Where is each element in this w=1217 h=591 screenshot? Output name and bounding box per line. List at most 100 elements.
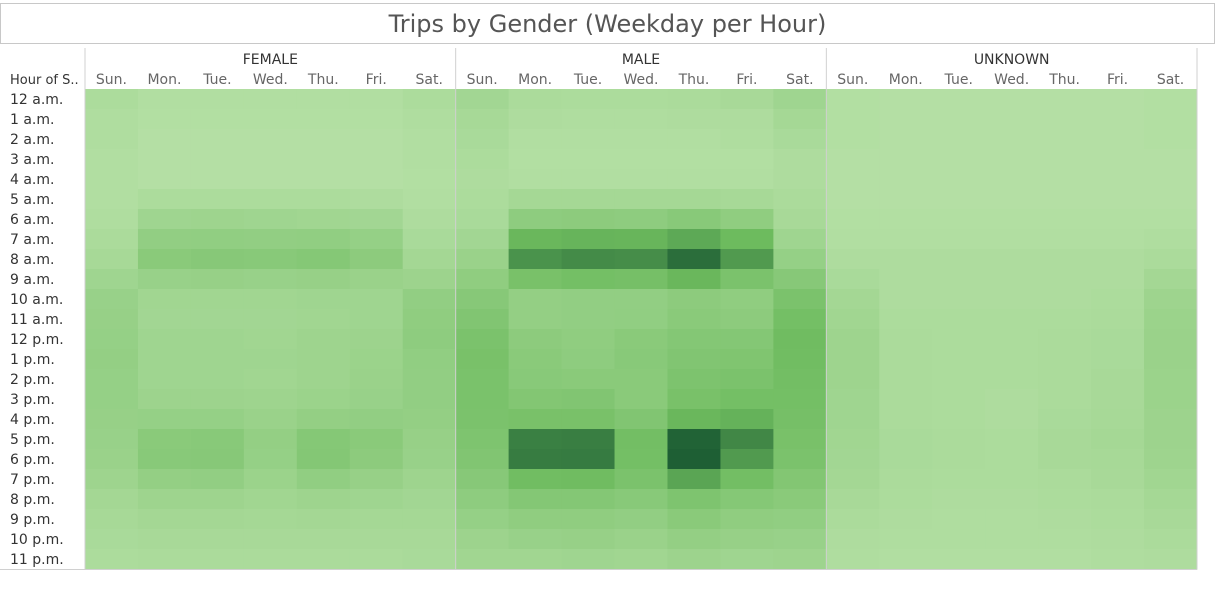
heatmap-cell [296, 169, 351, 190]
heatmap-cell [190, 409, 245, 430]
heatmap-cell [402, 229, 457, 250]
day-header: Sat. [786, 72, 813, 88]
heatmap-cell [349, 209, 404, 230]
heatmap-cell [137, 449, 192, 470]
heatmap-cell [667, 249, 721, 270]
heatmap-cell [85, 369, 139, 390]
heatmap-cell [455, 529, 510, 550]
heatmap-cell [349, 129, 404, 150]
heatmap-cell [1144, 129, 1198, 150]
heatmap-cell [402, 269, 457, 290]
day-header: Fri. [736, 72, 757, 88]
heatmap-cell [720, 289, 774, 310]
heatmap-cell [402, 129, 457, 150]
heatmap-cell [826, 269, 880, 290]
hour-label: 10 a.m. [10, 292, 63, 308]
heatmap-cell [85, 289, 139, 310]
heatmap-cell [720, 429, 774, 450]
heatmap-cell [508, 349, 563, 370]
heatmap-cell [1091, 509, 1145, 530]
heatmap-cell [1091, 429, 1145, 450]
heatmap-cell [561, 309, 616, 330]
heatmap-cell [455, 349, 510, 370]
heatmap-cell [985, 409, 1039, 430]
heatmap-cell [137, 329, 192, 350]
heatmap-cell [137, 189, 192, 210]
heatmap-cell [773, 489, 827, 510]
heatmap-cell [137, 289, 192, 310]
heatmap-cell [402, 469, 457, 490]
heatmap-cell [137, 89, 192, 110]
heatmap-cell [402, 389, 457, 410]
heatmap-cell [561, 89, 616, 110]
heatmap-cell [720, 309, 774, 330]
heatmap-cell [85, 269, 139, 290]
heatmap-cell [932, 309, 986, 330]
heatmap-cell [1038, 169, 1092, 190]
heatmap-cell [826, 89, 880, 110]
heatmap-cell [879, 289, 933, 310]
heatmap-cell [773, 429, 827, 450]
heatmap-cell [137, 269, 192, 290]
heatmap-cell [720, 389, 774, 410]
heatmap-cell [667, 309, 721, 330]
heatmap-cell [243, 289, 298, 310]
heatmap-cell [455, 549, 510, 570]
heatmap-cell [667, 429, 721, 450]
heatmap-cell [1144, 89, 1198, 110]
hour-label: 10 p.m. [10, 532, 64, 548]
heatmap-cell [349, 469, 404, 490]
heatmap-cell [879, 389, 933, 410]
heatmap-cell [720, 489, 774, 510]
heatmap-cell [1091, 349, 1145, 370]
heatmap-cell [349, 509, 404, 530]
heatmap-cell [190, 289, 245, 310]
heatmap-cell [137, 249, 192, 270]
heatmap-cell [826, 129, 880, 150]
day-header: Fri. [366, 72, 387, 88]
heatmap-cell [455, 229, 510, 250]
heatmap-cell [932, 549, 986, 570]
heatmap-cell [1144, 229, 1198, 250]
heatmap-cell [402, 329, 457, 350]
heatmap-cell [243, 429, 298, 450]
heatmap-cell [455, 489, 510, 510]
heatmap-cell [243, 549, 298, 570]
heatmap-cell [243, 509, 298, 530]
heatmap-cell [1038, 269, 1092, 290]
heatmap-cell [879, 269, 933, 290]
heatmap-cell [296, 269, 351, 290]
heatmap-cell [1038, 229, 1092, 250]
heatmap-cell [720, 469, 774, 490]
heatmap-cell [1144, 509, 1198, 530]
heatmap-cell [243, 409, 298, 430]
heatmap-cell [296, 469, 351, 490]
heatmap-cell [826, 489, 880, 510]
heatmap-cell [402, 529, 457, 550]
day-header: Thu. [1048, 72, 1080, 88]
heatmap-cell [190, 429, 245, 450]
heatmap-cell [826, 149, 880, 170]
heatmap-cell [1091, 329, 1145, 350]
heatmap-cell [932, 489, 986, 510]
heatmap-cell [137, 409, 192, 430]
heatmap-cell [932, 369, 986, 390]
heatmap-cell [508, 89, 563, 110]
heatmap-cell [296, 249, 351, 270]
heatmap-cell [720, 449, 774, 470]
heatmap-cell [1091, 449, 1145, 470]
heatmap-cell [879, 149, 933, 170]
heatmap-cell [720, 209, 774, 230]
heatmap-cell [561, 289, 616, 310]
heatmap-cell [614, 249, 668, 270]
heatmap-cell [508, 389, 563, 410]
day-header: Thu. [678, 72, 710, 88]
heatmap-cell [402, 409, 457, 430]
heatmap-cell [349, 449, 404, 470]
day-header: Tue. [573, 72, 602, 88]
heatmap-cell [1144, 349, 1198, 370]
day-header: Sun. [96, 72, 127, 88]
heatmap-cell [1038, 109, 1092, 130]
heatmap-cell [243, 329, 298, 350]
heatmap-cell [826, 109, 880, 130]
